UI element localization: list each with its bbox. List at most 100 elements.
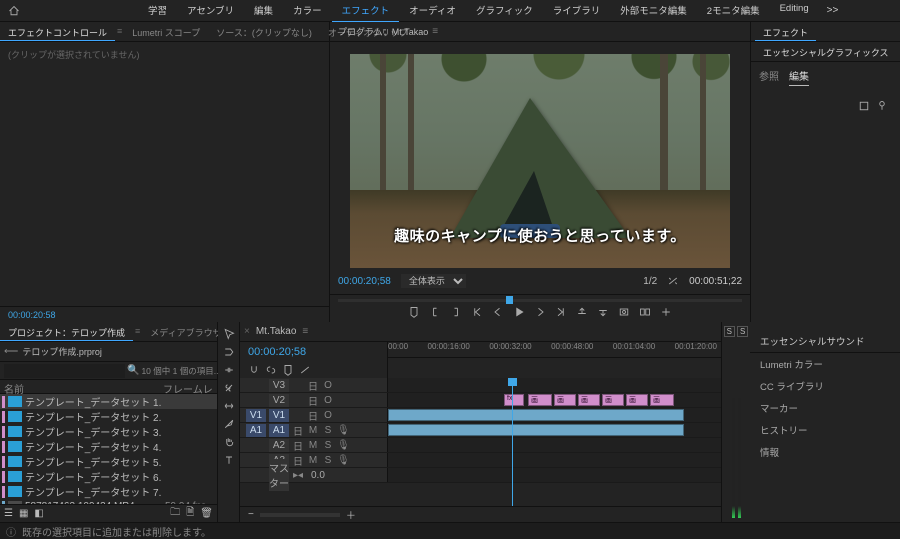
workspace-tab[interactable]: グラフィック <box>466 0 543 22</box>
solo-left-icon[interactable]: S <box>724 326 735 337</box>
project-item[interactable]: テンプレート_データセット 4.psd <box>0 439 217 454</box>
timeline-clip[interactable]: 画 <box>554 394 576 406</box>
track-lane[interactable] <box>388 453 721 467</box>
project-search-input[interactable] <box>4 364 125 378</box>
track-target[interactable]: マスター <box>269 459 289 491</box>
track-toggle[interactable]: 日 <box>292 423 304 438</box>
track-toggle[interactable]: M <box>307 440 319 451</box>
track-lane[interactable]: fx画画画画画画 <box>388 393 721 407</box>
track-select-tool-icon[interactable] <box>223 346 235 358</box>
track-toggle[interactable]: 🎙 <box>337 455 349 466</box>
timeline-track[interactable]: A1A1日MS🎙 <box>240 423 721 438</box>
solo-right-icon[interactable]: S <box>737 326 748 337</box>
track-toggle[interactable]: ▸◂ <box>292 470 304 481</box>
timeline-track[interactable]: V2日Ofx画画画画画画 <box>240 393 721 408</box>
workspace-tab[interactable]: アセンブリ <box>177 0 244 22</box>
play-icon[interactable] <box>513 306 525 318</box>
playback-resolution[interactable]: 1/2 <box>643 276 657 287</box>
project-item[interactable]: テンプレート_データセット 6.psd <box>0 469 217 484</box>
track-toggle[interactable]: 日 <box>307 393 319 408</box>
tab-menu-icon[interactable]: ≡ <box>432 26 438 37</box>
project-item[interactable]: テンプレート_データセット 5.psd <box>0 454 217 469</box>
workspace-tab[interactable]: ライブラリ <box>543 0 611 22</box>
new-layer-icon[interactable] <box>858 100 870 312</box>
track-toggle[interactable]: 日 <box>292 453 304 468</box>
timeline-clip[interactable] <box>388 424 684 436</box>
track-toggle[interactable]: O <box>322 410 334 421</box>
search-icon[interactable]: 🔍 <box>127 365 139 376</box>
left-panel-tab[interactable]: ソース：(クリップなし) <box>208 22 320 41</box>
timeline-sequence-tab[interactable]: Mt.Takao <box>256 326 297 337</box>
track-toggle[interactable]: M <box>307 425 319 436</box>
history-tab[interactable]: ヒストリー <box>750 419 900 441</box>
go-to-in-icon[interactable] <box>471 306 483 318</box>
left-panel-tab[interactable]: エフェクトコントロール <box>0 22 115 41</box>
track-lane[interactable] <box>388 468 721 482</box>
info-tab[interactable]: 情報 <box>750 441 900 463</box>
essgfx-browse-tab[interactable]: 参照 <box>759 66 779 86</box>
tl-zoom-out-icon[interactable]: − <box>248 509 254 520</box>
workspace-tab[interactable]: 外部モニタ編集 <box>610 0 697 22</box>
track-toggle[interactable]: 日 <box>307 408 319 423</box>
timeline-zoom-slider[interactable] <box>260 513 340 517</box>
list-view-icon[interactable]: ☰ <box>4 508 13 519</box>
button-editor-icon[interactable] <box>660 306 672 318</box>
project-breadcrumb[interactable]: テロップ作成.prproj <box>22 345 102 358</box>
track-toggle[interactable]: 🎙 <box>337 440 349 451</box>
program-monitor[interactable]: 趣味のキャンプに使おうと思っています。 <box>350 54 730 268</box>
workspace-tab[interactable]: Editing <box>770 0 819 22</box>
program-sequence-name[interactable]: Mt.Takao <box>392 27 429 37</box>
source-patch[interactable]: A1 <box>246 424 266 437</box>
col-name[interactable]: 名前 <box>4 381 163 392</box>
cc-libraries-tab[interactable]: CC ライブラリ <box>750 375 900 397</box>
pen-tool-icon[interactable] <box>223 418 235 430</box>
track-toggle[interactable]: S <box>322 455 334 466</box>
workspace-tab[interactable]: カラー <box>283 0 332 22</box>
slip-tool-icon[interactable] <box>223 400 235 412</box>
timeline-timecode[interactable]: 00:00:20;58 <box>240 342 387 362</box>
bin-back-icon[interactable]: ⟵ <box>4 346 18 357</box>
step-back-icon[interactable] <box>492 306 504 318</box>
lumetri-color-tab[interactable]: Lumetri カラー <box>750 353 900 375</box>
selection-tool-icon[interactable] <box>223 328 235 340</box>
track-toggle[interactable]: 日 <box>292 438 304 453</box>
timeline-clip[interactable]: fx <box>504 394 524 406</box>
essential-sound-tab[interactable]: エッセンシャルサウンド <box>750 330 900 353</box>
track-toggle[interactable]: O <box>322 380 334 391</box>
project-item[interactable]: テンプレート_データセット 1.psd <box>0 394 217 409</box>
col-fps[interactable]: フレームレート <box>163 381 213 392</box>
track-lane[interactable] <box>388 438 721 452</box>
track-target[interactable]: V3 <box>269 379 289 392</box>
timeline-track[interactable]: V1V1日O <box>240 408 721 423</box>
program-playhead[interactable] <box>506 296 513 304</box>
workspace-tab[interactable]: 編集 <box>244 0 283 22</box>
timeline-clip[interactable]: 画 <box>626 394 648 406</box>
new-item-icon[interactable]: 🗎 <box>186 505 194 522</box>
type-tool-icon[interactable] <box>223 454 235 466</box>
comparison-view-icon[interactable] <box>639 306 651 318</box>
workspace-tab[interactable]: エフェクト <box>332 0 400 22</box>
linked-selection-icon[interactable] <box>265 364 277 376</box>
markers-tab[interactable]: マーカー <box>750 397 900 419</box>
extract-icon[interactable] <box>597 306 609 318</box>
effects-panel-tab[interactable]: エフェクト <box>755 22 816 41</box>
timeline-clip[interactable]: 画 <box>602 394 624 406</box>
track-toggle[interactable]: 日 <box>307 378 319 393</box>
left-panel-tab[interactable]: Lumetri スコープ <box>124 22 208 41</box>
razor-tool-icon[interactable] <box>223 382 235 394</box>
mark-out-icon[interactable] <box>450 306 462 318</box>
project-item[interactable]: テンプレート_データセット 2.psd <box>0 409 217 424</box>
timeline-track[interactable]: A3日MS🎙 <box>240 453 721 468</box>
timeline-track[interactable]: A2日MS🎙 <box>240 438 721 453</box>
pin-icon[interactable] <box>876 100 888 312</box>
timeline-clip[interactable]: 画 <box>650 394 674 406</box>
program-timecode[interactable]: 00:00:20;58 <box>338 276 391 287</box>
icon-view-icon[interactable]: ▦ <box>19 508 28 519</box>
workspace-tab[interactable]: オーディオ <box>399 0 466 22</box>
workspace-overflow[interactable]: >> <box>819 1 847 20</box>
track-toggle[interactable]: M <box>307 455 319 466</box>
project-item[interactable]: テンプレート_データセット 7.psd <box>0 484 217 499</box>
tab-menu-icon[interactable]: ≡ <box>115 22 124 41</box>
hand-tool-icon[interactable] <box>223 436 235 448</box>
workspace-tab[interactable]: 学習 <box>138 0 177 22</box>
